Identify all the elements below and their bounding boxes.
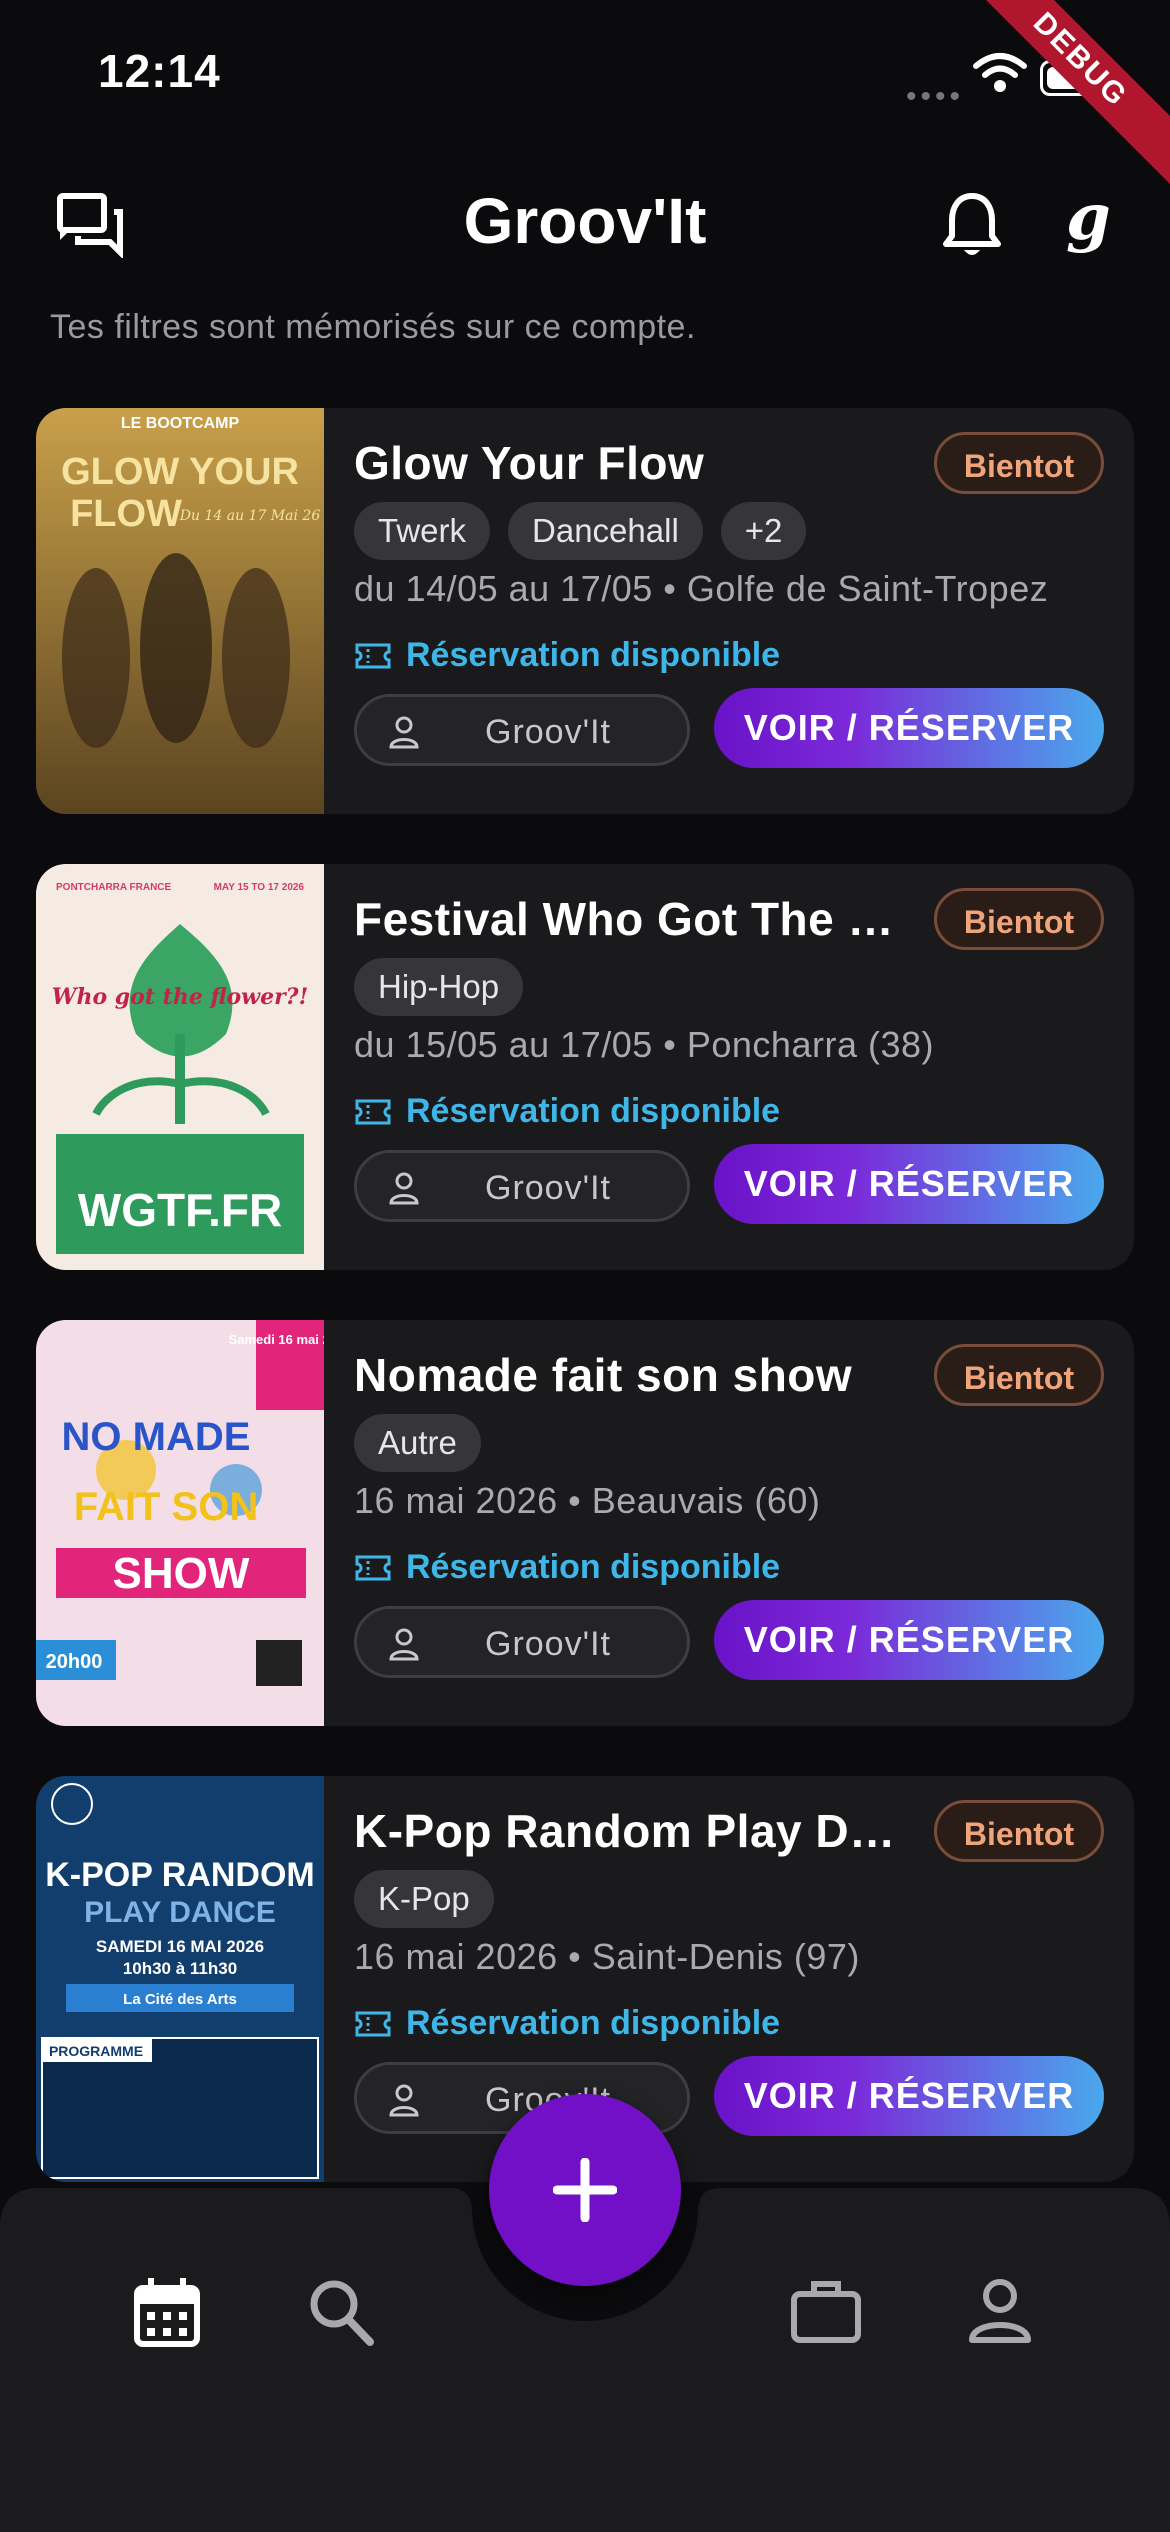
status-badge: Bientot — [934, 432, 1104, 494]
tag-more-chip[interactable]: +2 — [720, 502, 807, 560]
reservation-status: Réservation disponible — [354, 636, 780, 675]
tag-chip: Hip-Hop — [354, 958, 524, 1016]
poster-text: LE BOOTCAMP — [121, 415, 240, 432]
poster-text: La Cité des Arts — [123, 1991, 237, 2008]
signal-icon: •••• — [906, 80, 965, 113]
reservation-label: Réservation disponible — [406, 1548, 781, 1586]
briefcase-icon[interactable] — [790, 2278, 862, 2344]
add-event-button[interactable] — [489, 2094, 681, 2286]
ticket-icon — [355, 1099, 391, 1124]
organizer-name: Groov'It — [485, 713, 611, 751]
poster-text: Samedi 16 mai 2026 — [229, 1332, 324, 1347]
reservation-status: Réservation disponible — [354, 2004, 780, 2043]
poster-text: PROGRAMME — [49, 2043, 143, 2059]
reservation-label: Réservation disponible — [406, 1092, 781, 1130]
wifi-icon — [973, 53, 1027, 92]
search-icon[interactable] — [308, 2278, 374, 2346]
tag-list: Autre — [354, 1414, 481, 1472]
user-icon — [389, 2084, 419, 2117]
tag-list: Hip-Hop — [354, 958, 524, 1016]
reservation-label: Réservation disponible — [406, 2004, 781, 2042]
ticket-icon — [355, 643, 391, 668]
plus-icon — [553, 2158, 617, 2222]
app-bar: Groov'It g — [0, 170, 1170, 280]
tag-chip: Dancehall — [508, 502, 703, 560]
reservation-label: Réservation disponible — [406, 636, 781, 674]
event-date-location: du 14/05 au 17/05 • Golfe de Saint-Trope… — [354, 568, 1049, 609]
tag-list: Twerk Dancehall +2 — [354, 502, 807, 560]
ticket-icon — [355, 1555, 391, 1580]
event-title: Festival Who Got The Flower?! — [354, 893, 904, 945]
event-poster: PONTCHARRA FRANCE MAY 15 TO 17 2026 Who … — [36, 864, 324, 1270]
poster-text: 20h00 — [46, 1651, 103, 1673]
ticket-icon — [355, 2011, 391, 2036]
event-poster: LE BOOTCAMP GLOW YOUR FLOW Du 14 au 17 M… — [36, 408, 324, 814]
status-time: 12:14 — [98, 45, 221, 97]
view-book-button[interactable]: VOIR / RÉSERVER — [714, 1144, 1104, 1224]
user-icon — [389, 1628, 419, 1661]
organizer-name: Groov'It — [485, 1169, 611, 1207]
reservation-status: Réservation disponible — [354, 1548, 780, 1587]
event-poster: K-POP RANDOM PLAY DANCE SAMEDI 16 MAI 20… — [36, 1776, 324, 2182]
tag-chip: Autre — [354, 1414, 481, 1472]
status-badge: Bientot — [934, 1344, 1104, 1406]
organizer-name: Groov'It — [485, 1625, 611, 1663]
event-poster: Samedi 16 mai 2026 NO MADE FAIT SON SHOW… — [36, 1320, 324, 1726]
poster-text: PLAY DANCE — [84, 1896, 276, 1929]
event-card[interactable]: LE BOOTCAMP GLOW YOUR FLOW Du 14 au 17 M… — [36, 408, 1134, 814]
event-title: Glow Your Flow — [354, 437, 705, 489]
status-badge: Bientot — [934, 888, 1104, 950]
poster-text: Who got the flower?! — [52, 984, 308, 1010]
poster-text: FLOW — [70, 493, 182, 535]
poster-text: K-POP RANDOM — [45, 1856, 315, 1894]
view-book-button[interactable]: VOIR / RÉSERVER — [714, 1600, 1104, 1680]
view-book-button[interactable]: VOIR / RÉSERVER — [714, 2056, 1104, 2136]
status-bar: 12:14 •••• — [0, 0, 1170, 150]
event-card[interactable]: Samedi 16 mai 2026 NO MADE FAIT SON SHOW… — [36, 1320, 1134, 1726]
poster-text: PONTCHARRA FRANCE — [56, 882, 172, 893]
organizer-chip[interactable]: Groov'It — [354, 694, 690, 766]
poster-text: SAMEDI 16 MAI 2026 — [96, 1937, 264, 1956]
user-icon — [389, 716, 419, 749]
event-date-location: 16 mai 2026 • Beauvais (60) — [354, 1480, 821, 1521]
filters-note: Tes filtres sont mémorisés sur ce compte… — [50, 308, 696, 346]
reservation-status: Réservation disponible — [354, 1092, 780, 1131]
event-date-location: du 15/05 au 17/05 • Poncharra (38) — [354, 1024, 934, 1065]
calendar-icon[interactable] — [134, 2278, 200, 2348]
view-book-button[interactable]: VOIR / RÉSERVER — [714, 688, 1104, 768]
organizer-chip[interactable]: Groov'It — [354, 1606, 690, 1678]
poster-text: MAY 15 TO 17 2026 — [214, 882, 305, 893]
notifications-icon[interactable] — [940, 190, 1004, 260]
tag-chip: Twerk — [354, 502, 491, 560]
event-title: K-Pop Random Play Dance — [354, 1805, 904, 1857]
event-date-location: 16 mai 2026 • Saint-Denis (97) — [354, 1936, 860, 1977]
status-badge: Bientot — [934, 1800, 1104, 1862]
poster-text: 10h30 à 11h30 — [123, 1959, 237, 1978]
poster-text: Du 14 au 17 Mai 26 — [179, 508, 321, 524]
organizer-chip[interactable]: Groov'It — [354, 1150, 690, 1222]
tag-chip: K-Pop — [354, 1870, 494, 1928]
poster-text: SHOW — [113, 1549, 250, 1598]
poster-text: FAIT SON — [74, 1485, 258, 1529]
user-icon — [389, 1172, 419, 1205]
poster-text: GLOW YOUR — [61, 451, 299, 493]
event-card[interactable]: PONTCHARRA FRANCE MAY 15 TO 17 2026 Who … — [36, 864, 1134, 1270]
brand-logo[interactable]: g — [1066, 180, 1111, 255]
poster-text: NO MADE — [62, 1415, 251, 1459]
event-title: Nomade fait son show — [354, 1349, 853, 1401]
profile-icon[interactable] — [968, 2278, 1032, 2344]
poster-text: WGTF.FR — [78, 1184, 282, 1236]
tag-list: K-Pop — [354, 1870, 494, 1928]
